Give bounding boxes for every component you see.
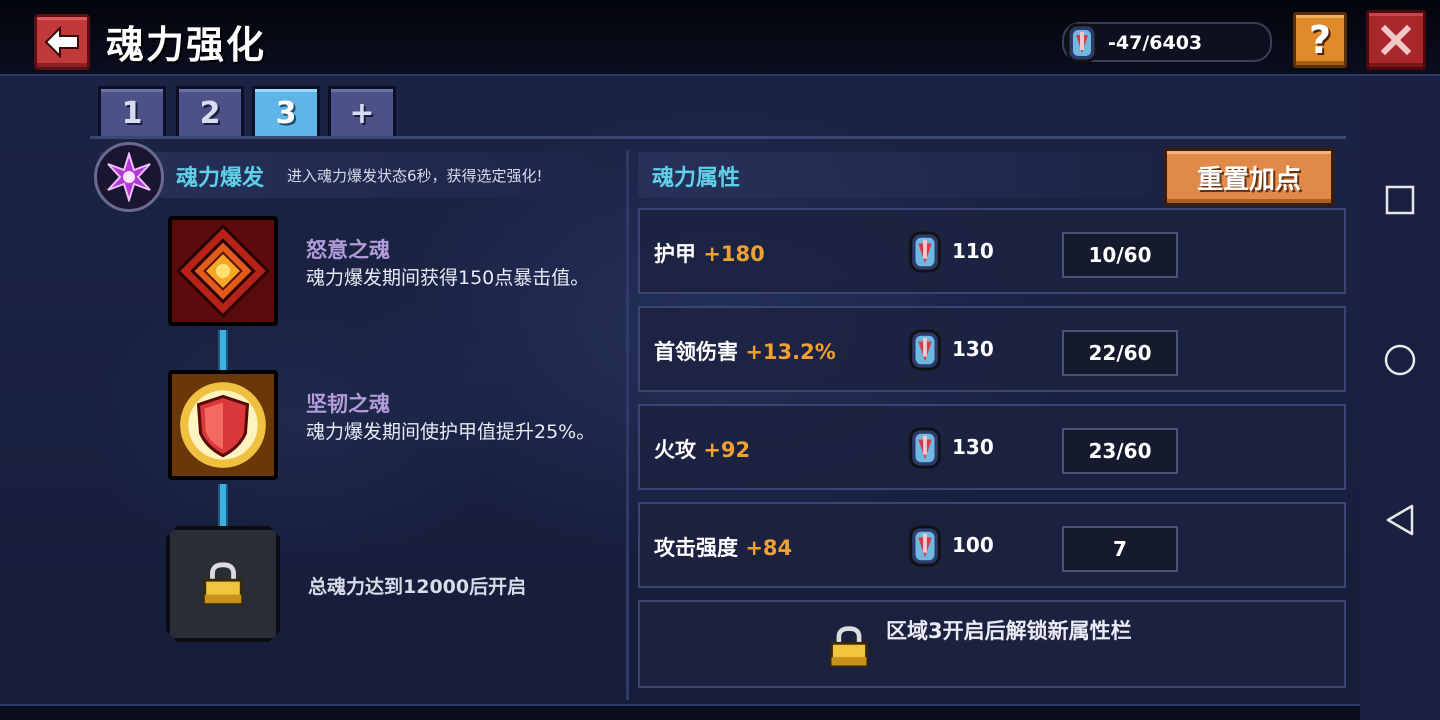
attribute-level: 10/60 [1062, 232, 1178, 278]
skill-name: 怒意之魂 [306, 238, 390, 262]
attribute-cost: 130 [952, 435, 994, 459]
panel-divider [626, 150, 629, 700]
attribute-cost: 130 [952, 337, 994, 361]
page-title: 魂力强化 [106, 23, 267, 67]
help-button[interactable]: ? [1293, 12, 1347, 68]
soul-gem-icon [1066, 23, 1098, 63]
soul-currency-display: -47/6403 [1062, 22, 1272, 63]
attribute-cost: 100 [952, 533, 994, 557]
attribute-bonus: +92 [703, 438, 751, 462]
tab-3[interactable]: 3 [252, 86, 320, 138]
close-button[interactable] [1366, 10, 1426, 70]
soul-gem-icon [909, 525, 941, 567]
locked-skill-text: 总魂力达到12000后开启 [308, 576, 527, 598]
padlock-icon [203, 562, 243, 605]
attribute-bonus: +84 [745, 536, 793, 560]
attribute-cost: 110 [952, 239, 994, 263]
skill-connector [218, 330, 228, 370]
shield-soul-icon [172, 374, 274, 476]
soul-gem-icon [909, 231, 941, 273]
soul-currency-value: -47/6403 [1108, 32, 1203, 54]
burst-description: 进入魂力爆发状态6秒，获得选定强化! [287, 167, 543, 185]
locked-skill-tile [166, 526, 280, 642]
home-icon[interactable] [1382, 342, 1418, 378]
tab-divider [90, 136, 1346, 139]
attribute-row[interactable]: 火攻 +92 130 23/60 [638, 404, 1346, 490]
attribute-name: 攻击强度 +84 [654, 536, 793, 560]
attributes-title: 魂力属性 [652, 166, 741, 191]
attribute-name: 首领伤害 +13.2% [654, 340, 836, 364]
soul-burst-icon [94, 142, 164, 212]
attribute-bonus: +180 [703, 242, 765, 266]
attribute-level: 23/60 [1062, 428, 1178, 474]
skill-description: 魂力爆发期间使护甲值提升25%。 [306, 421, 596, 443]
back-arrow-icon [44, 26, 79, 58]
attribute-level: 7 [1062, 526, 1178, 572]
attribute-row[interactable]: 攻击强度 +84 100 7 [638, 502, 1346, 588]
top-bar: 魂力强化 -47/6403 ? [0, 0, 1440, 76]
reset-points-button[interactable]: 重置加点 [1164, 148, 1334, 206]
skill-description: 魂力爆发期间获得150点暴击值。 [306, 267, 590, 289]
attribute-bonus: +13.2% [745, 340, 836, 364]
bottom-strip [0, 704, 1360, 720]
back-triangle-icon[interactable] [1382, 502, 1418, 538]
tab-add[interactable]: + [328, 86, 396, 138]
rage-soul-icon [172, 220, 274, 322]
attribute-name: 火攻 +92 [654, 438, 751, 462]
rage-soul-skill-tile[interactable] [168, 216, 278, 326]
back-button[interactable] [34, 14, 90, 70]
tough-soul-skill-tile[interactable] [168, 370, 278, 480]
attribute-row[interactable]: 护甲 +180 110 10/60 [638, 208, 1346, 294]
soul-gem-icon [909, 329, 941, 371]
locked-attribute-row: 区域3开启后解锁新属性栏 [638, 600, 1346, 688]
burst-title: 魂力爆发 [176, 166, 265, 191]
tab-2[interactable]: 2 [176, 86, 244, 138]
close-icon [1381, 25, 1411, 55]
attribute-name: 护甲 +180 [654, 242, 765, 266]
skill-name: 坚韧之魂 [306, 392, 390, 416]
skill-connector [218, 484, 228, 528]
question-mark-icon: ? [1308, 18, 1332, 62]
locked-attribute-text: 区域3开启后解锁新属性栏 [886, 619, 1132, 643]
android-nav-bar [1360, 76, 1440, 720]
attribute-row[interactable]: 首领伤害 +13.2% 130 22/60 [638, 306, 1346, 392]
tab-1[interactable]: 1 [98, 86, 166, 138]
soul-gem-icon [909, 427, 941, 469]
recent-apps-icon[interactable] [1382, 182, 1418, 218]
purple-star-icon [107, 152, 151, 202]
attribute-level: 22/60 [1062, 330, 1178, 376]
padlock-icon [830, 626, 868, 667]
